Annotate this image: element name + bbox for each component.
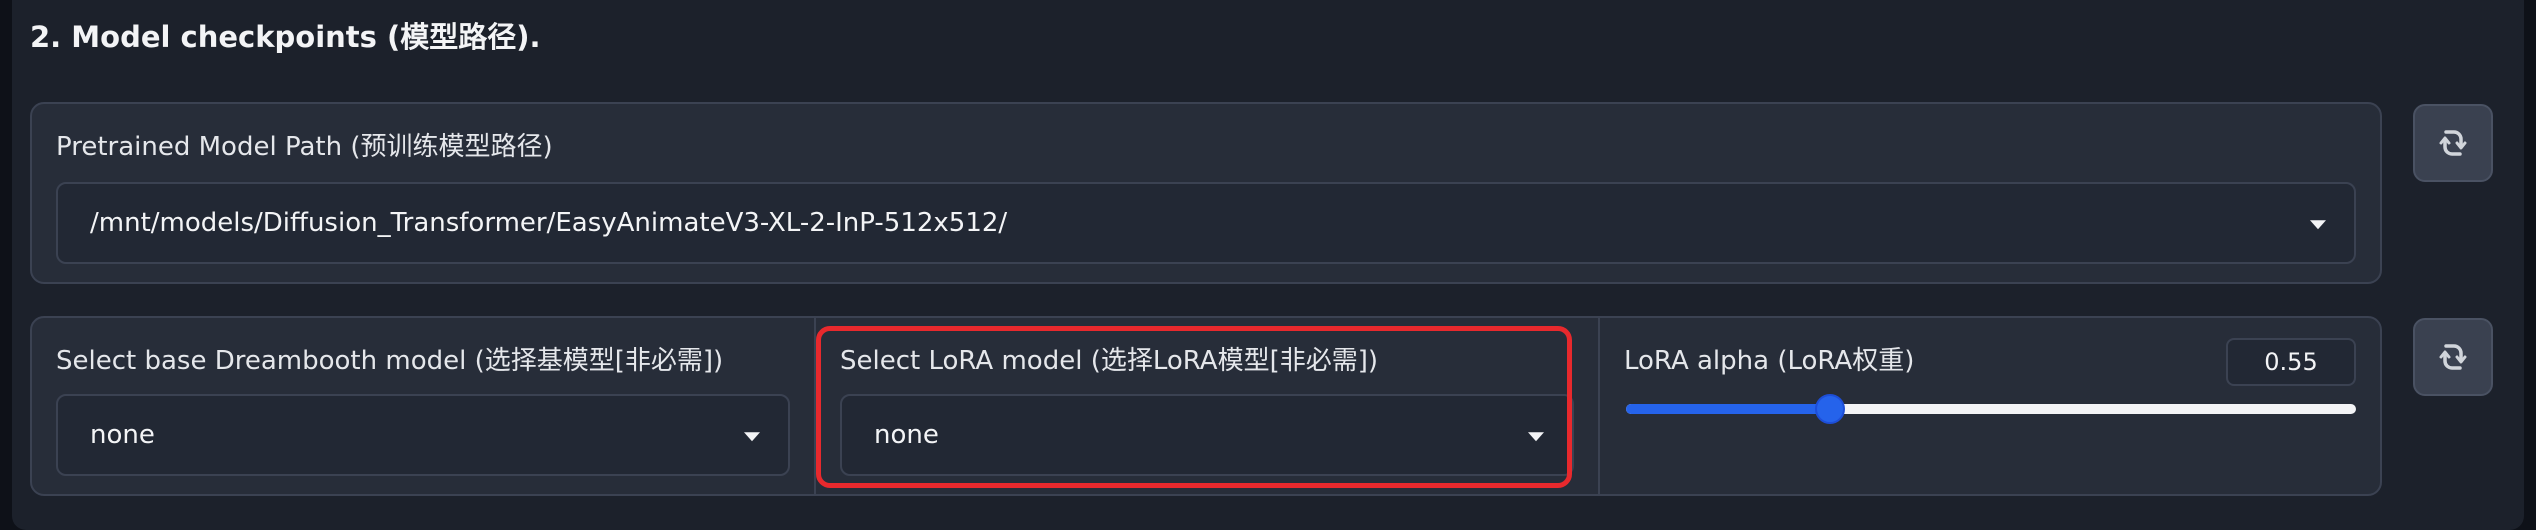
chevron-down-icon	[2310, 220, 2326, 230]
section-title: 2. Model checkpoints (模型路径).	[30, 20, 541, 54]
base-model-label: Select base Dreambooth model (选择基模型[非必需]…	[56, 346, 724, 376]
refresh-pretrained-button[interactable]	[2413, 104, 2493, 182]
lora-alpha-input[interactable]: 0.55	[2226, 338, 2356, 386]
refresh-models-button[interactable]	[2413, 318, 2493, 396]
pretrained-model-value: /mnt/models/Diffusion_Transformer/EasyAn…	[90, 208, 1008, 238]
base-model-value: none	[90, 420, 155, 450]
pretrained-model-dropdown[interactable]: /mnt/models/Diffusion_Transformer/EasyAn…	[56, 182, 2356, 264]
lora-alpha-slider[interactable]	[1626, 394, 2356, 424]
refresh-icon	[2439, 344, 2467, 370]
lora-alpha-slider-thumb[interactable]	[1815, 394, 1846, 424]
pretrained-model-label: Pretrained Model Path (预训练模型路径)	[56, 132, 553, 162]
lora-alpha-slider-fill	[1626, 404, 1831, 414]
chevron-down-icon	[744, 432, 760, 442]
lora-alpha-label: LoRA alpha (LoRA权重)	[1624, 346, 1915, 376]
lora-highlight-box	[816, 326, 1572, 488]
refresh-icon	[2439, 130, 2467, 156]
pretrained-model-block: Pretrained Model Path (预训练模型路径) /mnt/mod…	[30, 102, 2382, 284]
base-model-dropdown[interactable]: none	[56, 394, 790, 476]
column-divider	[1598, 318, 1600, 494]
